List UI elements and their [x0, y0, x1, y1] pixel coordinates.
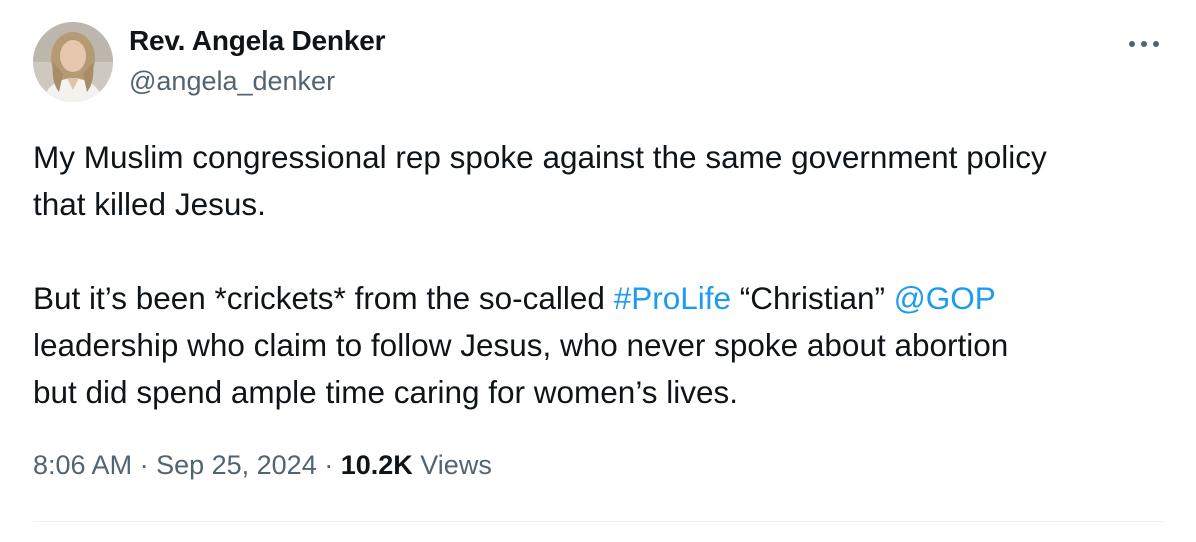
hashtag-prolife-link[interactable]: #ProLife — [614, 280, 731, 316]
tweet-date-link[interactable]: Sep 25, 2024 — [156, 450, 317, 480]
tweet-text-line: My Muslim congressional rep spoke agains… — [33, 139, 1047, 175]
meta-separator: · — [316, 450, 341, 480]
views-count: 10.2K — [340, 450, 413, 480]
tweet-time-link[interactable]: 8:06 AM — [33, 450, 132, 480]
more-horizontal-icon[interactable] — [1125, 34, 1163, 54]
tweet-meta: 8:06 AM · Sep 25, 2024 · 10.2K Views — [33, 450, 492, 481]
tweet-text: My Muslim congressional rep spoke agains… — [33, 134, 1173, 416]
divider — [33, 521, 1163, 522]
tweet-text-segment: But it’s been *crickets* from the so-cal… — [33, 280, 614, 316]
mention-gop-link[interactable]: @GOP — [894, 280, 996, 316]
tweet-card: Rev. Angela Denker @angela_denker My Mus… — [0, 0, 1196, 542]
avatar[interactable] — [33, 22, 113, 102]
meta-separator: · — [132, 450, 157, 480]
tweet-text-line: but did spend ample time caring for wome… — [33, 374, 739, 410]
tweet-text-line: But it’s been *crickets* from the so-cal… — [33, 275, 1173, 322]
tweet-text-segment: “Christian” — [731, 280, 894, 316]
author-handle[interactable]: @angela_denker — [129, 66, 335, 97]
author-display-name[interactable]: Rev. Angela Denker — [129, 25, 385, 57]
tweet-text-line: that killed Jesus. — [33, 186, 266, 222]
views-label: Views — [412, 450, 492, 480]
tweet-text-line: leadership who claim to follow Jesus, wh… — [33, 327, 1009, 363]
